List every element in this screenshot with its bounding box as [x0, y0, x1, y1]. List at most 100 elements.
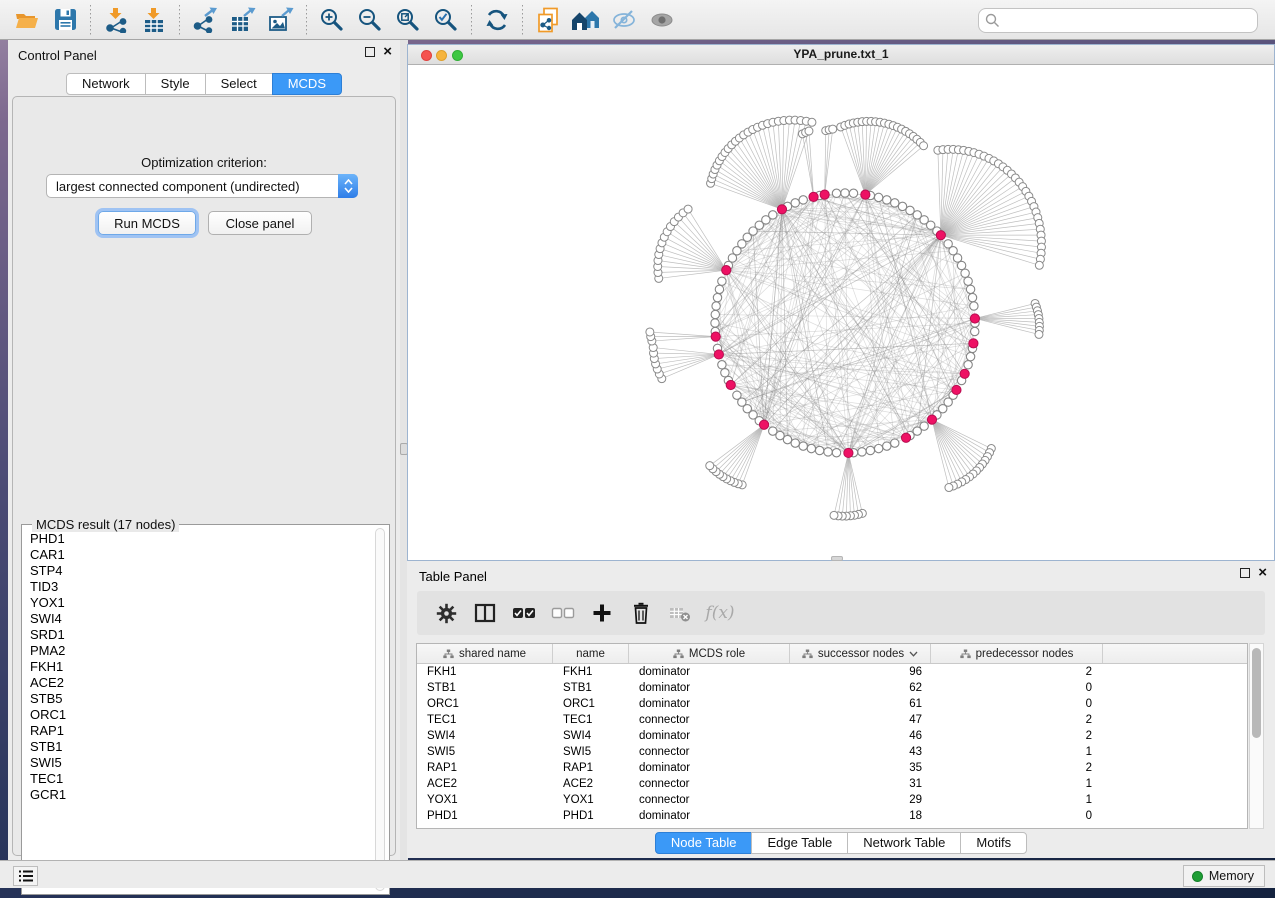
ring-node[interactable]: [712, 302, 720, 310]
table-row[interactable]: STB1STB1dominator620: [417, 680, 1247, 696]
ring-node[interactable]: [891, 439, 899, 447]
table-row[interactable]: RAP1RAP1dominator352: [417, 760, 1247, 776]
run-mcds-button[interactable]: Run MCDS: [98, 211, 196, 235]
ring-node[interactable]: [883, 196, 891, 204]
ring-node[interactable]: [966, 352, 974, 360]
ring-node[interactable]: [721, 369, 729, 377]
close-table-panel-button[interactable]: ×: [1258, 568, 1267, 578]
close-view-icon[interactable]: [421, 50, 432, 61]
leaf-node[interactable]: [646, 328, 654, 336]
tab-motifs[interactable]: Motifs: [960, 832, 1027, 854]
tab-mcds[interactable]: MCDS: [272, 73, 342, 95]
result-node-item[interactable]: PMA2: [23, 643, 375, 659]
result-node-item[interactable]: YOX1: [23, 595, 375, 611]
result-node-item[interactable]: TEC1: [23, 771, 375, 787]
result-node-item[interactable]: RAP1: [23, 723, 375, 739]
result-node-item[interactable]: CAR1: [23, 547, 375, 563]
delete-table-button[interactable]: [667, 600, 693, 626]
table-row[interactable]: SWI4SWI4dominator462: [417, 728, 1247, 744]
ring-node[interactable]: [713, 293, 721, 301]
column-header-MCDS-role[interactable]: MCDS role: [629, 644, 790, 663]
ring-node[interactable]: [791, 199, 799, 207]
open-file-button[interactable]: [8, 3, 46, 37]
tab-style[interactable]: Style: [145, 73, 206, 95]
table-row[interactable]: SWI5SWI5connector431: [417, 744, 1247, 760]
minimize-view-icon[interactable]: [436, 50, 447, 61]
mcds-hub-node[interactable]: [927, 415, 936, 424]
mcds-hub-node[interactable]: [901, 433, 910, 442]
ring-node[interactable]: [891, 199, 899, 207]
ring-node[interactable]: [715, 285, 723, 293]
ring-node[interactable]: [799, 442, 807, 450]
network-canvas[interactable]: [408, 65, 1274, 560]
function-builder-button[interactable]: f(x): [706, 600, 732, 626]
ring-node[interactable]: [968, 293, 976, 301]
ring-node[interactable]: [769, 211, 777, 219]
export-table-button[interactable]: [224, 3, 262, 37]
ring-node[interactable]: [832, 189, 840, 197]
horizontal-splitter-grip[interactable]: [831, 556, 843, 561]
result-node-item[interactable]: TID3: [23, 579, 375, 595]
search-field[interactable]: [978, 8, 1258, 33]
table-row[interactable]: YOX1YOX1connector291: [417, 792, 1247, 808]
zoom-out-button[interactable]: [351, 3, 389, 37]
table-row[interactable]: ACE2ACE2connector311: [417, 776, 1247, 792]
mcds-hub-node[interactable]: [936, 231, 945, 240]
mcds-hub-node[interactable]: [711, 332, 720, 341]
result-node-item[interactable]: SRD1: [23, 627, 375, 643]
result-node-item[interactable]: STB5: [23, 691, 375, 707]
ring-node[interactable]: [711, 319, 719, 327]
result-node-item[interactable]: ORC1: [23, 707, 375, 723]
ring-node[interactable]: [874, 444, 882, 452]
result-node-item[interactable]: PHD1: [23, 531, 375, 547]
mcds-hub-node[interactable]: [820, 190, 829, 199]
ring-node[interactable]: [791, 439, 799, 447]
result-node-item[interactable]: FKH1: [23, 659, 375, 675]
float-panel-button[interactable]: [365, 47, 375, 57]
memory-button[interactable]: Memory: [1183, 865, 1265, 887]
ring-node[interactable]: [970, 302, 978, 310]
ring-node[interactable]: [961, 269, 969, 277]
leaf-node[interactable]: [706, 462, 714, 470]
tab-network-table[interactable]: Network Table: [847, 832, 961, 854]
leaf-node[interactable]: [1035, 330, 1043, 338]
scrollbar-thumb[interactable]: [1252, 648, 1261, 738]
table-options-button[interactable]: [433, 600, 459, 626]
result-node-item[interactable]: SWI4: [23, 611, 375, 627]
result-node-item[interactable]: STP4: [23, 563, 375, 579]
ring-node[interactable]: [718, 361, 726, 369]
ring-node[interactable]: [874, 193, 882, 201]
ring-node[interactable]: [733, 391, 741, 399]
mcds-hub-node[interactable]: [777, 205, 786, 214]
leaf-node[interactable]: [805, 127, 813, 135]
save-session-button[interactable]: [46, 3, 84, 37]
table-row[interactable]: TEC1TEC1connector472: [417, 712, 1247, 728]
leaf-node[interactable]: [829, 125, 837, 133]
ring-node[interactable]: [957, 261, 965, 269]
table-row[interactable]: ORC1ORC1dominator610: [417, 696, 1247, 712]
ring-node[interactable]: [718, 277, 726, 285]
leaf-node[interactable]: [945, 484, 953, 492]
ring-node[interactable]: [866, 446, 874, 454]
column-header-successor-nodes[interactable]: successor nodes: [790, 644, 931, 663]
ring-node[interactable]: [883, 442, 891, 450]
export-image-button[interactable]: [262, 3, 300, 37]
delete-column-button[interactable]: [628, 600, 654, 626]
mcds-hub-node[interactable]: [722, 266, 731, 275]
result-node-item[interactable]: SWI5: [23, 755, 375, 771]
leaf-node[interactable]: [684, 205, 692, 213]
show-all-button[interactable]: [643, 3, 681, 37]
mcds-hub-node[interactable]: [952, 385, 961, 394]
column-header-name[interactable]: name: [553, 644, 629, 663]
zoom-fit-button[interactable]: [389, 3, 427, 37]
maximize-view-icon[interactable]: [452, 50, 463, 61]
optimization-criterion-select[interactable]: largest connected component (undirected): [46, 174, 358, 198]
result-scrollbar[interactable]: [375, 528, 385, 891]
mcds-hub-node[interactable]: [969, 339, 978, 348]
search-input[interactable]: [978, 8, 1258, 33]
mcds-hub-node[interactable]: [726, 380, 735, 389]
float-table-panel-button[interactable]: [1240, 568, 1250, 578]
tab-edge-table[interactable]: Edge Table: [751, 832, 848, 854]
show-columns-button[interactable]: [472, 600, 498, 626]
result-node-item[interactable]: STB1: [23, 739, 375, 755]
